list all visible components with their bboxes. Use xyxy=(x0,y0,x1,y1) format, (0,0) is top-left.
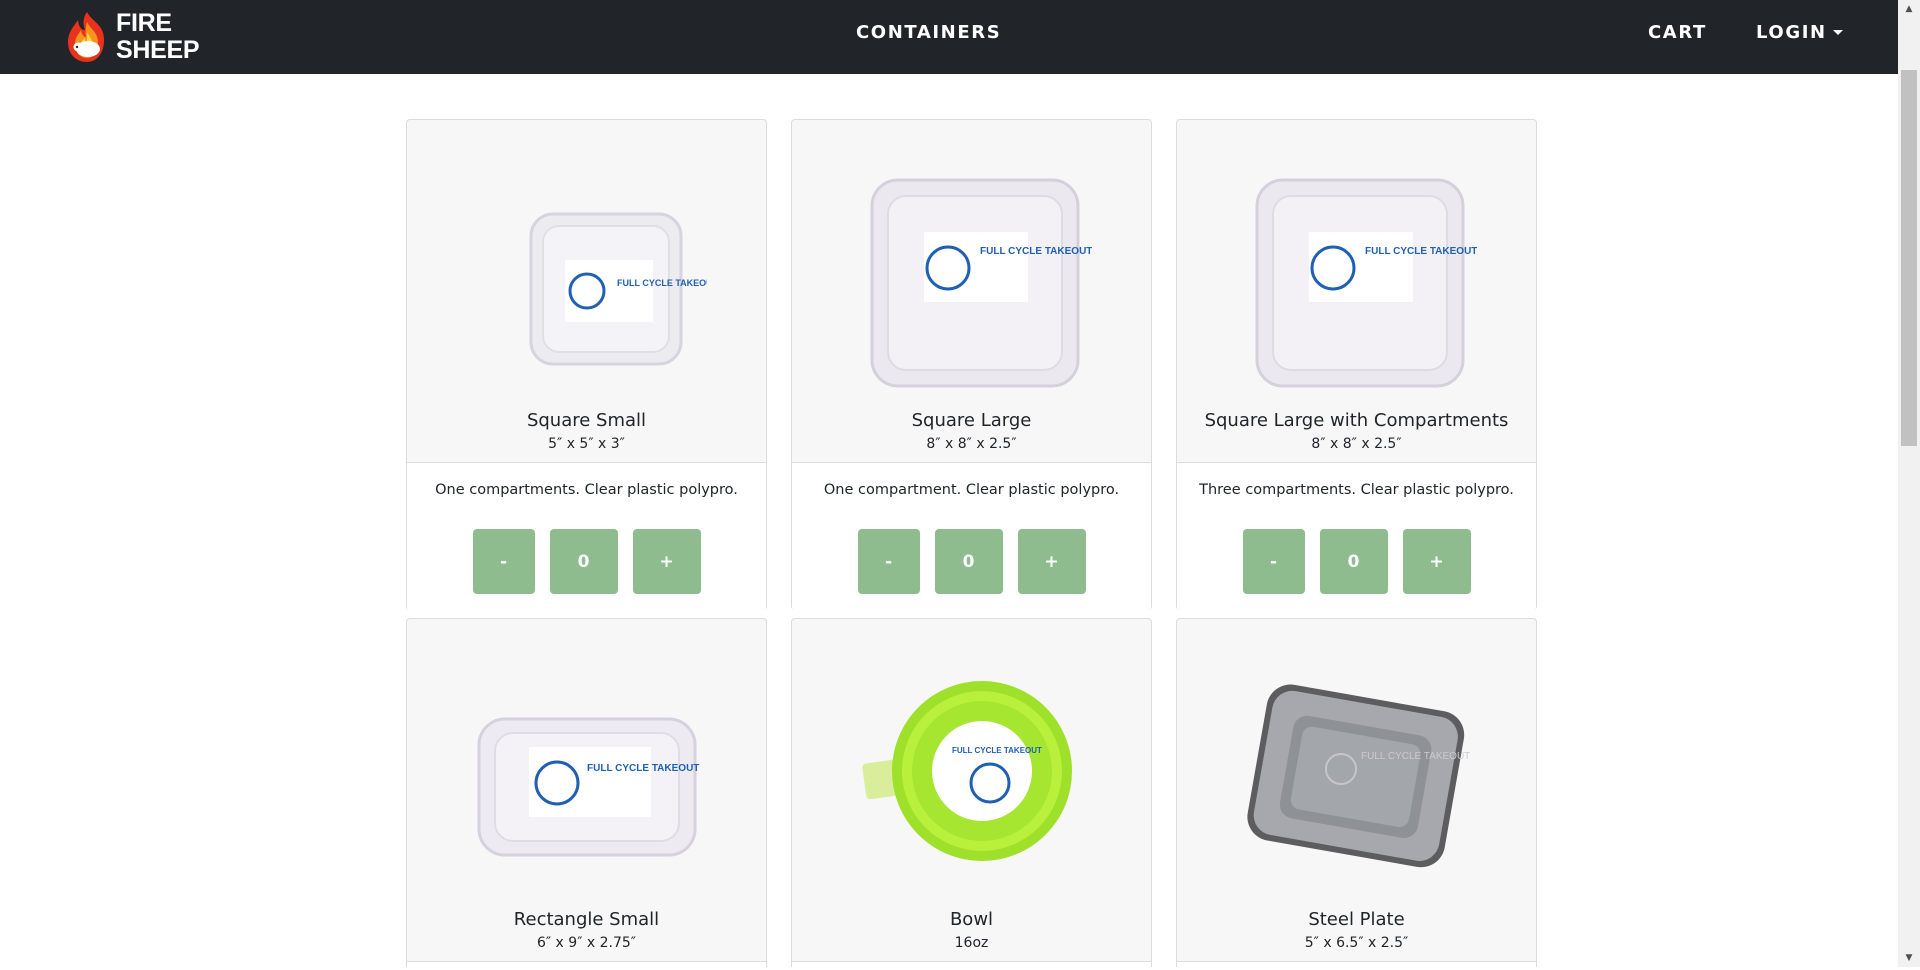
product-name: Bowl xyxy=(949,909,994,930)
card-body: One compartments. Clear plastic polypro.… xyxy=(407,462,766,611)
product-image: FULL CYCLE TAKEOUT xyxy=(467,150,707,390)
brand-name: FIRE SHEEP xyxy=(116,9,200,64)
product-image: FULL CYCLE TAKEOUT xyxy=(1237,150,1477,390)
product-label-text: FULL CYCLE TAKEOUT xyxy=(980,246,1092,257)
product-description: One compartment. Clear plastic polypro. xyxy=(823,482,1120,498)
card-header: FULL CYCLE TAKEOUT Rectangle Small 6″ x … xyxy=(407,619,766,961)
caret-down-icon xyxy=(1832,30,1843,35)
card-body: One compartment. Clear plastic polypro. … xyxy=(792,462,1151,611)
product-label-text: FULL CYCLE TAKEOUT xyxy=(587,763,699,774)
product-card: FULL CYCLE TAKEOUT Square Large with Com… xyxy=(1176,119,1537,611)
decrement-button[interactable]: - xyxy=(472,529,535,594)
product-description: Three compartments. Clear plastic polypr… xyxy=(1199,482,1514,498)
product-image: FULL CYCLE TAKEOUT xyxy=(1237,649,1477,889)
card-body xyxy=(407,961,766,970)
quantity-stepper: - 0 + xyxy=(792,529,1151,594)
quantity-display[interactable]: 0 xyxy=(934,529,1003,594)
nav-login-dropdown[interactable]: LOGIN xyxy=(1756,22,1843,43)
scroll-up-arrow-icon[interactable]: ▲ xyxy=(1898,0,1920,18)
quantity-stepper: - 0 + xyxy=(407,529,766,594)
product-label-text: FULL CYCLE TAKEOUT xyxy=(617,278,707,288)
product-card: FULL CYCLE TAKEOUT Steel Plate 5″ x 6.5″… xyxy=(1176,618,1537,970)
decrement-button[interactable]: - xyxy=(857,529,920,594)
card-header: FULL CYCLE TAKEOUT Bowl 16oz xyxy=(792,619,1151,961)
increment-button[interactable]: + xyxy=(1402,529,1471,594)
product-dimensions: 8″ x 8″ x 2.5″ xyxy=(1311,436,1402,452)
product-image: FULL CYCLE TAKEOUT xyxy=(852,649,1092,889)
brand-logo-link[interactable]: FIRE SHEEP xyxy=(58,6,200,68)
product-dimensions: 16oz xyxy=(954,935,989,951)
scrollbar-thumb[interactable] xyxy=(1901,70,1917,446)
product-label-text: FULL CYCLE TAKEOUT xyxy=(952,746,1042,755)
card-body xyxy=(1177,961,1536,970)
product-name: Steel Plate xyxy=(1308,909,1405,930)
product-card: FULL CYCLE TAKEOUT Square Small 5″ x 5″ … xyxy=(406,119,767,611)
scroll-down-arrow-icon[interactable]: ▼ xyxy=(1898,949,1920,967)
product-name: Rectangle Small xyxy=(513,909,660,930)
card-header: FULL CYCLE TAKEOUT Steel Plate 5″ x 6.5″… xyxy=(1177,619,1536,961)
brand-line-1: FIRE xyxy=(116,9,172,37)
product-description: One compartments. Clear plastic polypro. xyxy=(435,482,738,498)
product-card: FULL CYCLE TAKEOUT Rectangle Small 6″ x … xyxy=(406,618,767,970)
product-dimensions: 5″ x 6.5″ x 2.5″ xyxy=(1304,935,1409,951)
product-card: FULL CYCLE TAKEOUT Square Large 8″ x 8″ … xyxy=(791,119,1152,611)
brand-line-2: SHEEP xyxy=(116,36,200,64)
product-dimensions: 6″ x 9″ x 2.75″ xyxy=(536,935,637,951)
card-header: FULL CYCLE TAKEOUT Square Large with Com… xyxy=(1177,120,1536,462)
product-image: FULL CYCLE TAKEOUT xyxy=(467,649,707,889)
quantity-display[interactable]: 0 xyxy=(1319,529,1388,594)
product-label-text: FULL CYCLE TAKEOUT xyxy=(1361,751,1470,762)
nav-containers-link[interactable]: CONTAINERS xyxy=(856,22,1001,43)
product-name: Square Small xyxy=(526,410,647,431)
product-label-text: FULL CYCLE TAKEOUT xyxy=(1365,246,1477,257)
quantity-stepper: - 0 + xyxy=(1177,529,1536,594)
decrement-button[interactable]: - xyxy=(1242,529,1305,594)
product-dimensions: 8″ x 8″ x 2.5″ xyxy=(926,436,1017,452)
nav-cart-link[interactable]: CART xyxy=(1648,22,1707,43)
product-name: Square Large xyxy=(911,410,1032,431)
card-header: FULL CYCLE TAKEOUT Square Small 5″ x 5″ … xyxy=(407,120,766,462)
navbar: FIRE SHEEP CONTAINERS CART LOGIN xyxy=(0,0,1898,74)
nav-login-label: LOGIN xyxy=(1756,22,1827,43)
quantity-display[interactable]: 0 xyxy=(549,529,618,594)
flame-sheep-logo-icon xyxy=(58,8,116,66)
vertical-scrollbar[interactable]: ▲ ▼ xyxy=(1898,0,1920,967)
card-body xyxy=(792,961,1151,970)
product-dimensions: 5″ x 5″ x 3″ xyxy=(548,436,625,452)
increment-button[interactable]: + xyxy=(632,529,701,594)
product-name: Square Large with Compartments xyxy=(1204,410,1509,431)
card-body: Three compartments. Clear plastic polypr… xyxy=(1177,462,1536,611)
product-image: FULL CYCLE TAKEOUT xyxy=(852,150,1092,390)
product-card: FULL CYCLE TAKEOUT Bowl 16oz xyxy=(791,618,1152,970)
increment-button[interactable]: + xyxy=(1017,529,1086,594)
card-header: FULL CYCLE TAKEOUT Square Large 8″ x 8″ … xyxy=(792,120,1151,462)
